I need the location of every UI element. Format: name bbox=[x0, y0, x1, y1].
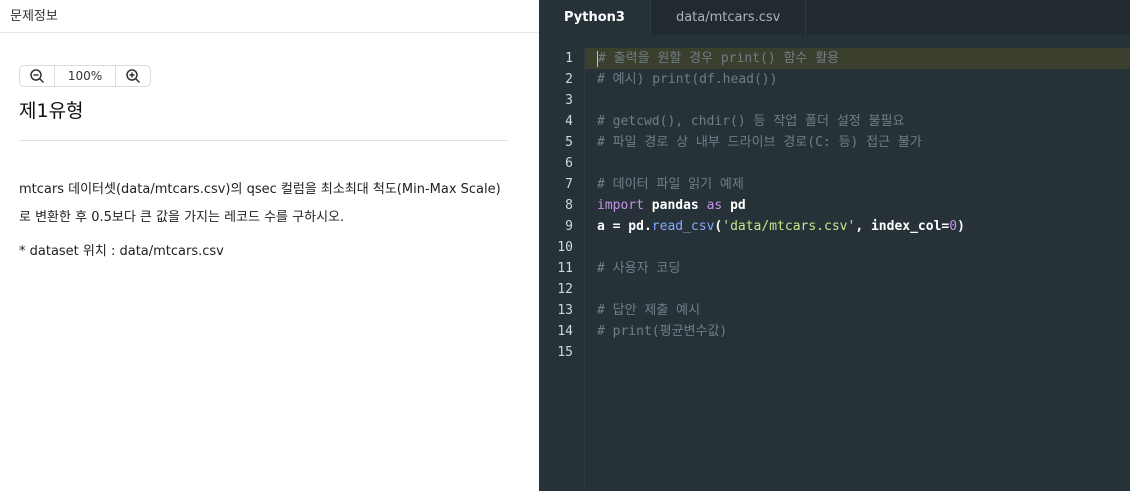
code-line[interactable]: # 예시) print(df.head()) bbox=[585, 69, 1130, 90]
code-line[interactable]: # 데이터 파일 읽기 예제 bbox=[585, 174, 1130, 195]
code-lines[interactable]: # 출력을 원할 경우 print() 함수 활용 # 예시) print(df… bbox=[585, 48, 1130, 363]
code-line[interactable] bbox=[585, 153, 1130, 174]
code-line[interactable]: # 파일 경로 상 내부 드라이브 경로(C: 등) 접근 불가 bbox=[585, 132, 1130, 153]
line-number: 12 bbox=[557, 282, 573, 297]
dataset-location: * dataset 위치 : data/mtcars.csv bbox=[19, 244, 224, 259]
zoom-in-icon bbox=[126, 69, 141, 84]
line-number: 15 bbox=[557, 345, 573, 360]
code-line[interactable]: # 사용자 코딩 bbox=[585, 258, 1130, 279]
line-number: 4 bbox=[565, 114, 573, 129]
line-number: 9 bbox=[565, 219, 573, 234]
line-number: 10 bbox=[557, 240, 573, 255]
line-number: 5 bbox=[565, 135, 573, 150]
code-line[interactable] bbox=[585, 279, 1130, 300]
code-editor[interactable]: 1 2 3 4 5 6 7 8 9 10 11 12 13 14 15 # 출력… bbox=[539, 35, 1130, 491]
code-line[interactable]: # print(평균변수값) bbox=[585, 321, 1130, 342]
code-line[interactable] bbox=[585, 90, 1130, 111]
line-number: 3 bbox=[565, 93, 573, 108]
divider bbox=[19, 140, 508, 141]
zoom-out-button[interactable] bbox=[20, 66, 54, 86]
code-line[interactable]: a = pd.read_csv('data/mtcars.csv', index… bbox=[585, 216, 1130, 237]
editor-tabs: Python3 data/mtcars.csv bbox=[539, 0, 1130, 35]
line-number: 8 bbox=[565, 198, 573, 213]
line-number: 2 bbox=[565, 72, 573, 87]
line-number: 1 bbox=[565, 51, 573, 66]
zoom-out-icon bbox=[30, 69, 45, 84]
problem-panel: 문제정보 100% 제1유형 mtcars 데이터셋(data/mtcars.c… bbox=[0, 0, 539, 491]
problem-description: mtcars 데이터셋(data/mtcars.csv)의 qsec 컬럼을 최… bbox=[19, 182, 501, 225]
panel-header: 문제정보 bbox=[0, 0, 539, 33]
code-line[interactable] bbox=[585, 237, 1130, 258]
code-line[interactable]: # 출력을 원할 경우 print() 함수 활용 bbox=[585, 48, 1130, 69]
line-number-gutter: 1 2 3 4 5 6 7 8 9 10 11 12 13 14 15 bbox=[539, 48, 585, 491]
zoom-control: 100% bbox=[19, 65, 151, 87]
code-line[interactable] bbox=[585, 342, 1130, 363]
line-number: 14 bbox=[557, 324, 573, 339]
tab-python3[interactable]: Python3 bbox=[539, 0, 651, 35]
code-line[interactable]: # getcwd(), chdir() 등 작업 폴더 설정 불필요 bbox=[585, 111, 1130, 132]
code-line[interactable]: import pandas as pd bbox=[585, 195, 1130, 216]
line-number: 7 bbox=[565, 177, 573, 192]
line-number: 11 bbox=[557, 261, 573, 276]
tab-mtcars-csv[interactable]: data/mtcars.csv bbox=[651, 0, 807, 35]
zoom-level: 100% bbox=[54, 66, 116, 86]
line-number: 6 bbox=[565, 156, 573, 171]
zoom-in-button[interactable] bbox=[116, 66, 150, 86]
code-editor-panel: Python3 data/mtcars.csv 1 2 3 4 5 6 7 8 … bbox=[539, 0, 1130, 491]
code-line[interactable]: # 답안 제출 예시 bbox=[585, 300, 1130, 321]
line-number: 13 bbox=[557, 303, 573, 318]
problem-title: 제1유형 bbox=[19, 100, 84, 122]
